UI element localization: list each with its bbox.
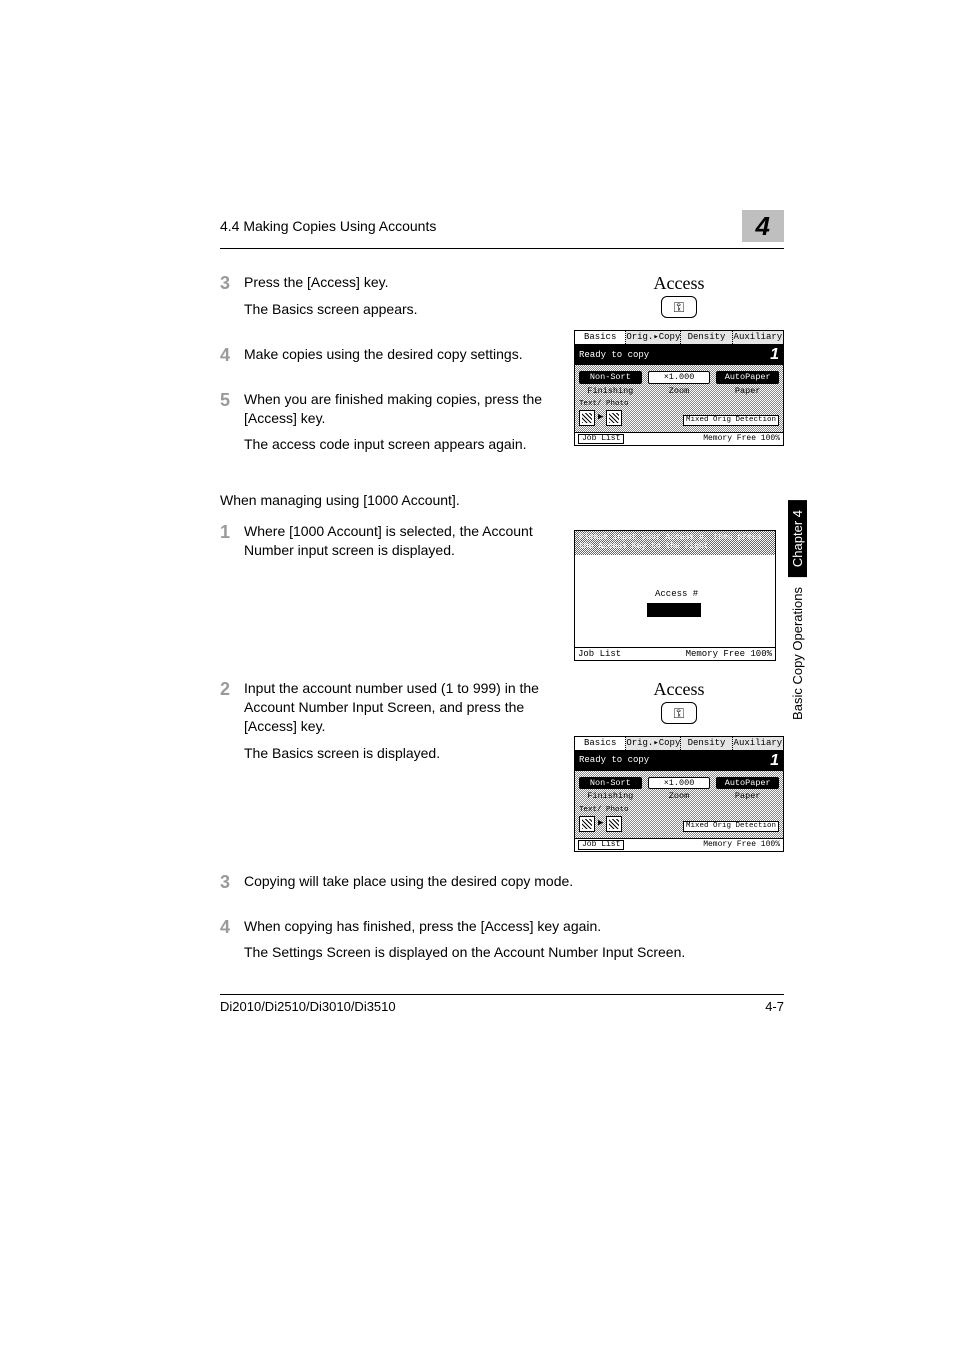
copy-icon <box>606 816 622 832</box>
access-number-lcd: Please input your Access #, then press t… <box>574 530 776 661</box>
step-2: 2 Input the account number used (1 to 99… <box>220 679 544 771</box>
lcd-tab: Orig.▸Copy <box>626 331 681 344</box>
step-text: The access code input screen appears aga… <box>244 435 544 454</box>
lcd-tab: Orig.▸Copy <box>626 737 681 750</box>
lcd-btn: ×1.000 <box>648 777 711 790</box>
page: 4.4 Making Copies Using Accounts 4 Chapt… <box>0 0 954 1351</box>
basics-lcd: Basics Orig.▸Copy Density Auxiliary Read… <box>574 736 784 852</box>
access-key-graphic: Access ⚿ <box>574 273 784 318</box>
lcd-tab: Auxiliary <box>733 331 783 344</box>
lcd-tab: Density <box>681 331 732 344</box>
lcd-tab: Basics <box>575 737 626 750</box>
step-text: When you are finished making copies, pre… <box>244 390 544 428</box>
lcd-label: Zoom <box>648 387 711 396</box>
lcd-tabs: Basics Orig.▸Copy Density Auxiliary <box>575 331 783 345</box>
lcd-btn: AutoPaper <box>716 371 779 384</box>
mixed-orig-btn: Mixed Orig Detection <box>683 821 779 832</box>
step-1: 1 Where [1000 Account] is selected, the … <box>220 522 544 568</box>
top-right: Access ⚿ Basics Orig.▸Copy Density Auxil… <box>574 273 784 480</box>
lcd-btn: ×1.000 <box>648 371 711 384</box>
mid-columns-2: 2 Input the account number used (1 to 99… <box>220 679 784 852</box>
step-number: 2 <box>220 679 244 771</box>
step-text: The Settings Screen is displayed on the … <box>244 943 784 962</box>
job-list-btn: Job List <box>578 649 621 659</box>
lcd-btn: Non-Sort <box>579 777 642 790</box>
chapter-number-box: 4 <box>742 210 784 242</box>
text-photo-label: Text/ Photo <box>579 807 629 814</box>
step-5: 5 When you are finished making copies, p… <box>220 390 544 463</box>
copy-count: 1 <box>770 347 779 363</box>
step-number: 5 <box>220 390 244 463</box>
key-icon: ⚿ <box>661 702 698 724</box>
lcd-label: Finishing <box>579 792 642 801</box>
lcd-label: Finishing <box>579 387 642 396</box>
step-4b: 4 When copying has finished, press the [… <box>220 917 784 971</box>
footer-rule <box>220 994 784 995</box>
top-columns: 3 Press the [Access] key. The Basics scr… <box>220 273 784 480</box>
status-text: Ready to copy <box>579 351 649 360</box>
key-icon: ⚿ <box>661 296 698 318</box>
bottom-steps: 3 Copying will take place using the desi… <box>220 872 784 971</box>
footer-right: 4-7 <box>765 999 784 1014</box>
memory-label: Memory Free 100% <box>703 841 780 848</box>
step-3: 3 Press the [Access] key. The Basics scr… <box>220 273 544 327</box>
lcd-btn: AutoPaper <box>716 777 779 790</box>
lcd-tab: Density <box>681 737 732 750</box>
copy-count: 1 <box>770 753 779 769</box>
job-list-btn: Job List <box>578 434 624 444</box>
lcd-tab: Auxiliary <box>733 737 783 750</box>
top-left: 3 Press the [Access] key. The Basics scr… <box>220 273 544 480</box>
status-text: Ready to copy <box>579 756 649 765</box>
side-tab: Chapter 4 Basic Copy Operations <box>788 500 814 760</box>
side-tab-title: Basic Copy Operations <box>788 577 807 730</box>
access-field-label: Access # <box>655 589 698 599</box>
step-text: The Basics screen appears. <box>244 300 544 319</box>
header-row: 4.4 Making Copies Using Accounts 4 <box>220 210 784 242</box>
lcd-label: Paper <box>716 792 779 801</box>
section-title: 4.4 Making Copies Using Accounts <box>220 218 436 234</box>
step-text: Press the [Access] key. <box>244 273 544 292</box>
orig-icon <box>579 410 595 426</box>
access-label: Access <box>574 679 784 700</box>
lcd-label: Zoom <box>648 792 711 801</box>
step-number: 4 <box>220 917 244 971</box>
side-tab-chapter: Chapter 4 <box>788 500 807 577</box>
arrow-icon: ▶ <box>598 819 603 828</box>
step-number: 4 <box>220 345 244 372</box>
orig-icon <box>579 816 595 832</box>
lcd-message: Please input your Access #, then press t… <box>575 531 775 555</box>
step-3b: 3 Copying will take place using the desi… <box>220 872 784 899</box>
lcd-grid: Non-Sort ×1.000 AutoPaper Finishing Zoom… <box>575 365 783 432</box>
arrow-icon: ▶ <box>598 413 603 422</box>
step-text: Input the account number used (1 to 999)… <box>244 679 544 736</box>
copy-icon <box>606 410 622 426</box>
step-text: When copying has finished, press the [Ac… <box>244 917 784 936</box>
mixed-orig-btn: Mixed Orig Detection <box>683 415 779 426</box>
step-4: 4 Make copies using the desired copy set… <box>220 345 544 372</box>
lcd-label: Paper <box>716 387 779 396</box>
basics-lcd: Basics Orig.▸Copy Density Auxiliary Read… <box>574 330 784 446</box>
step-number: 3 <box>220 872 244 899</box>
lcd-tab: Basics <box>575 331 626 344</box>
memory-label: Memory Free 100% <box>686 649 772 659</box>
access-key-graphic: Access ⚿ <box>574 679 784 724</box>
intermediate-heading: When managing using [1000 Account]. <box>220 492 784 508</box>
access-field-box <box>647 603 701 617</box>
lcd-btn: Non-Sort <box>579 371 642 384</box>
header-rule <box>220 248 784 249</box>
memory-label: Memory Free 100% <box>703 435 780 442</box>
step-number: 3 <box>220 273 244 327</box>
mid-columns-1: 1 Where [1000 Account] is selected, the … <box>220 522 784 661</box>
step-text: Where [1000 Account] is selected, the Ac… <box>244 522 544 560</box>
step-text: Make copies using the desired copy setti… <box>244 345 544 364</box>
job-list-btn: Job List <box>578 840 624 850</box>
footer-row: Di2010/Di2510/Di3010/Di3510 4-7 <box>220 999 784 1014</box>
lcd-status: Ready to copy 1 <box>575 345 783 365</box>
text-photo-label: Text/ Photo <box>579 401 629 408</box>
footer-left: Di2010/Di2510/Di3010/Di3510 <box>220 999 396 1014</box>
access-label: Access <box>574 273 784 294</box>
step-text: The Basics screen is displayed. <box>244 744 544 763</box>
step-number: 1 <box>220 522 244 568</box>
step-text: Copying will take place using the desire… <box>244 872 784 891</box>
